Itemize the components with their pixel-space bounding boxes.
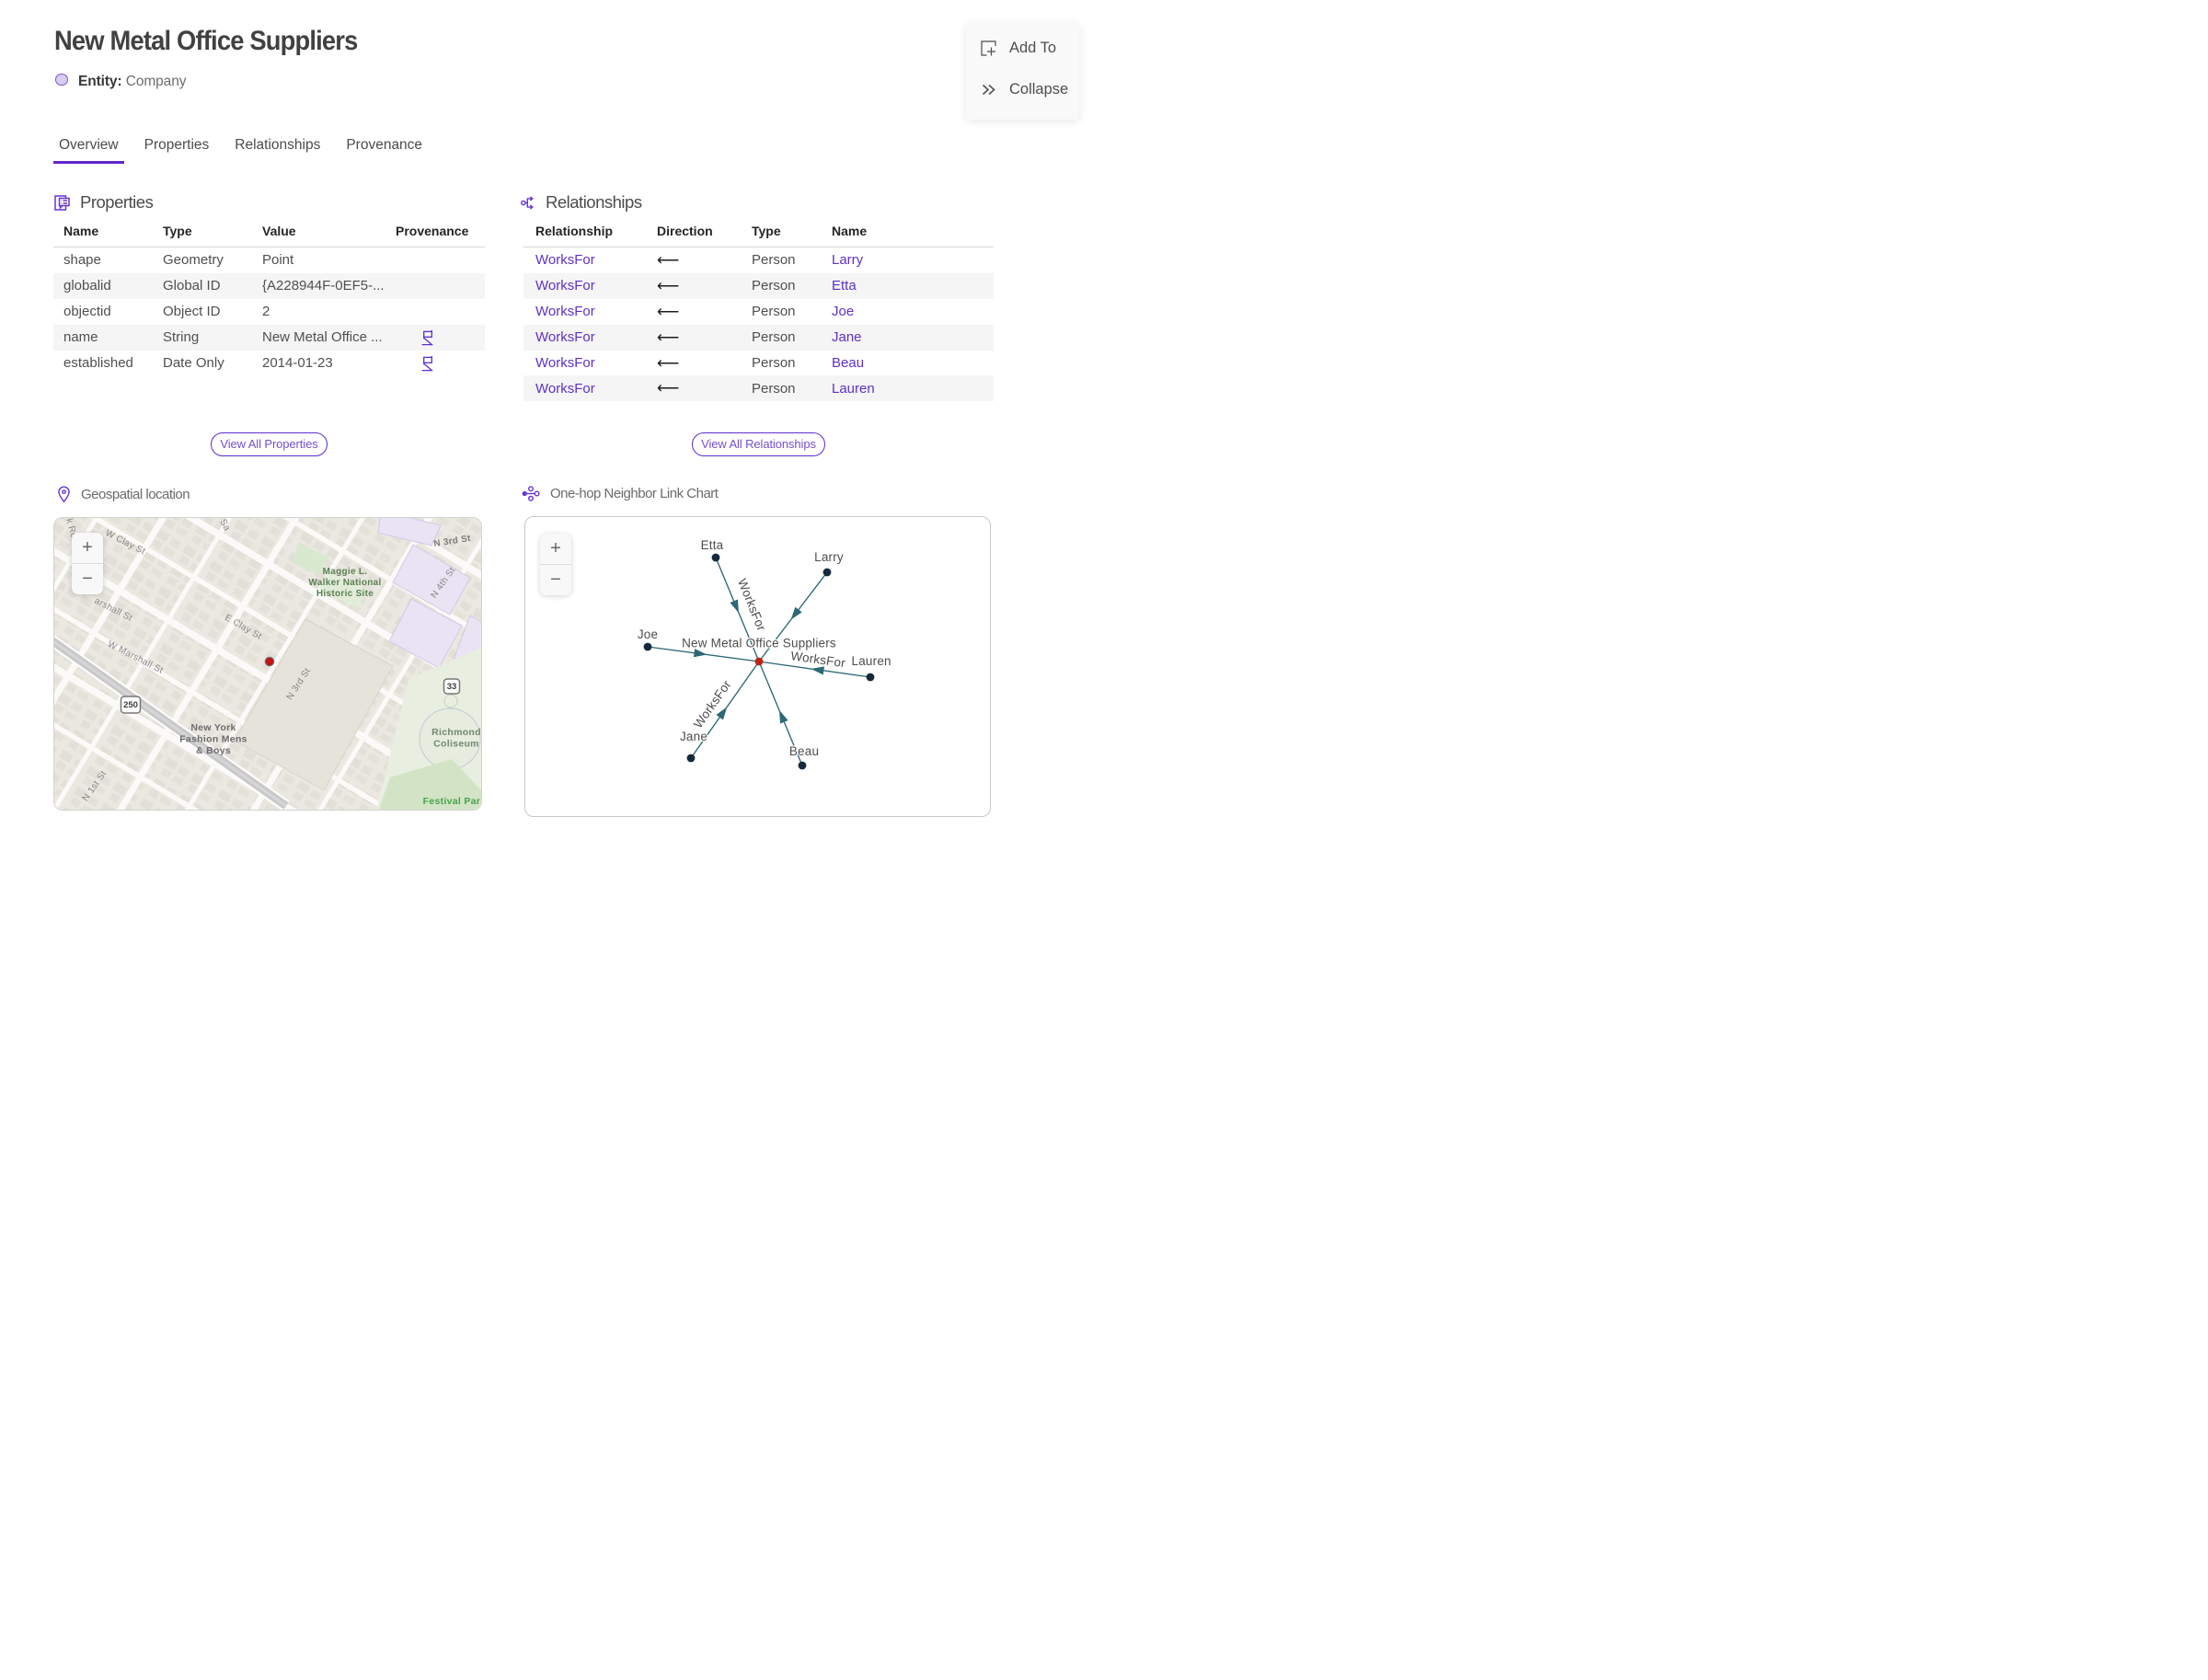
svg-text:Etta: Etta	[701, 538, 724, 552]
svg-text:& Boys: & Boys	[196, 745, 231, 756]
svg-text:WorksFor: WorksFor	[735, 577, 768, 633]
svg-text:Lauren: Lauren	[852, 654, 891, 668]
svg-text:New Metal Office Suppliers: New Metal Office Suppliers	[682, 637, 836, 650]
svg-text:Festival Park: Festival Park	[423, 796, 482, 807]
svg-text:WorksFor: WorksFor	[691, 677, 734, 731]
svg-text:Joe: Joe	[638, 627, 658, 641]
svg-text:Historic Site: Historic Site	[316, 589, 374, 599]
svg-text:Walker National: Walker National	[308, 578, 381, 588]
svg-text:New York: New York	[190, 722, 236, 733]
svg-text:250: 250	[123, 700, 138, 710]
svg-text:33: 33	[447, 682, 457, 692]
svg-text:Fashion Mens: Fashion Mens	[179, 734, 247, 745]
svg-text:Larry: Larry	[814, 550, 844, 564]
svg-text:Jane: Jane	[680, 730, 707, 743]
svg-text:Coliseum: Coliseum	[433, 739, 479, 750]
svg-text:Maggie L.: Maggie L.	[323, 567, 368, 577]
svg-text:Beau: Beau	[789, 744, 819, 758]
svg-text:Richmond: Richmond	[431, 727, 481, 738]
